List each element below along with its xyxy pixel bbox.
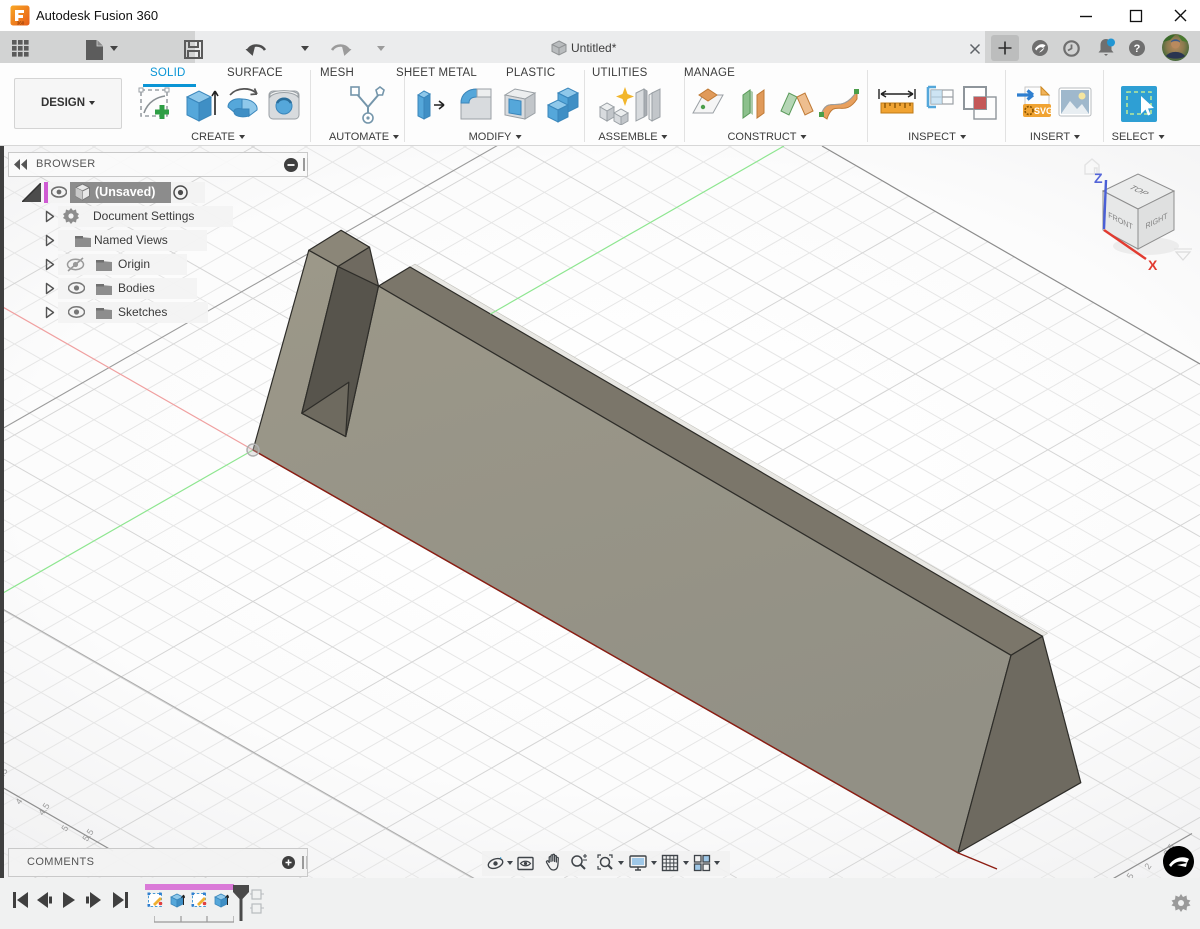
svg-text:5: 5 bbox=[59, 823, 70, 833]
svg-text:5.5: 5.5 bbox=[80, 827, 95, 843]
svg-text:?: ? bbox=[1134, 43, 1141, 55]
svg-text:360: 360 bbox=[17, 21, 25, 26]
svg-text:X: X bbox=[1148, 257, 1158, 273]
svg-text:Z: Z bbox=[1094, 170, 1103, 186]
svg-text:4: 4 bbox=[13, 796, 24, 806]
svg-text:2: 2 bbox=[1142, 861, 1153, 871]
svg-text:SVG: SVG bbox=[1034, 106, 1053, 116]
